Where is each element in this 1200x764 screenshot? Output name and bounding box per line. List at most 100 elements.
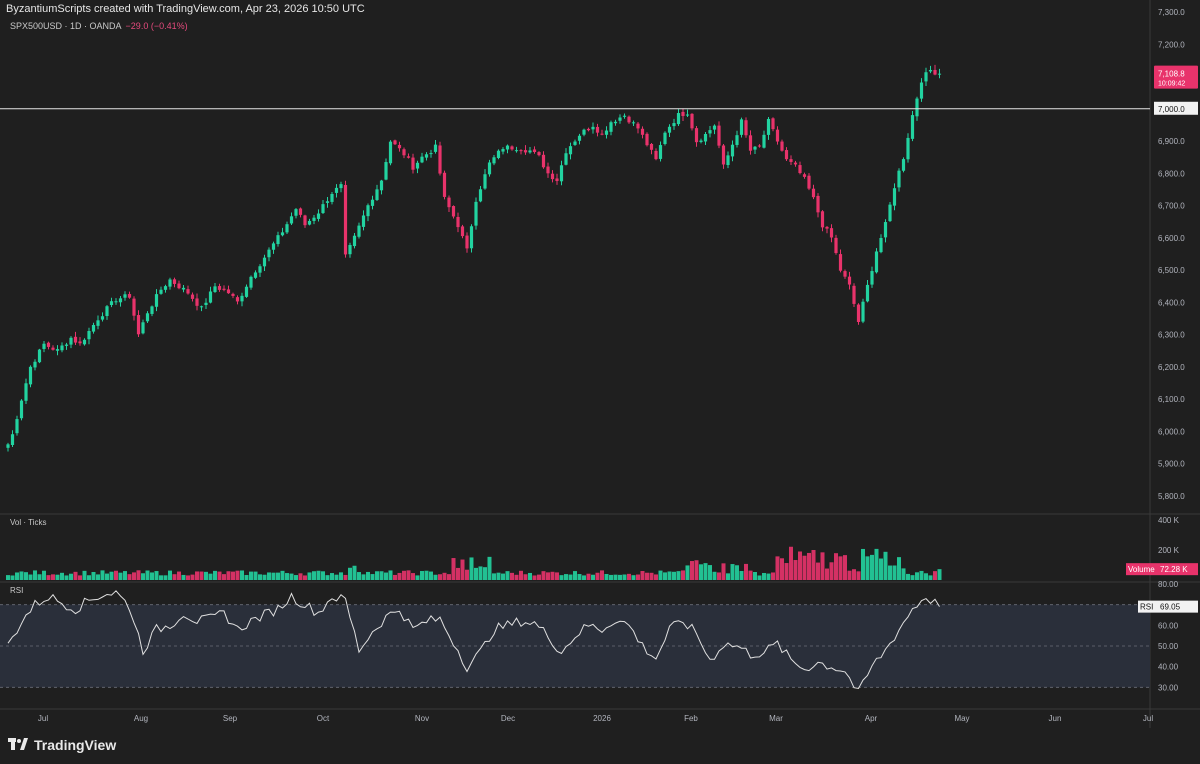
volume-bar bbox=[208, 573, 213, 580]
level-label: 7,000.0 bbox=[1158, 105, 1185, 114]
volume-bar bbox=[667, 571, 672, 580]
candle-body bbox=[658, 145, 663, 159]
volume-bar bbox=[820, 552, 825, 580]
volume-bar bbox=[793, 560, 798, 580]
volume-bar bbox=[892, 565, 897, 580]
volume-bar bbox=[42, 570, 46, 580]
volume-bar bbox=[555, 572, 559, 580]
candle-body bbox=[780, 141, 784, 151]
candle-body bbox=[433, 144, 438, 152]
candle-body bbox=[141, 322, 145, 334]
candle-body bbox=[906, 137, 910, 160]
candle-body bbox=[784, 150, 789, 160]
volume-bar bbox=[420, 571, 424, 580]
volume-bar bbox=[897, 557, 901, 580]
price-tick-label: 6,600.0 bbox=[1158, 234, 1185, 243]
candle-body bbox=[640, 128, 645, 135]
volume-bar bbox=[226, 571, 231, 580]
candle-body bbox=[339, 184, 343, 189]
volume-bar bbox=[186, 575, 190, 580]
rsi-band bbox=[0, 604, 1150, 688]
candle-body bbox=[406, 156, 411, 158]
volume-bar bbox=[64, 575, 69, 580]
candle-body bbox=[127, 294, 132, 298]
candle-body bbox=[793, 162, 798, 165]
candle-body bbox=[91, 324, 96, 332]
rsi-last-value: 69.05 bbox=[1160, 603, 1181, 612]
volume-bar bbox=[888, 565, 892, 580]
candle-body bbox=[393, 140, 397, 145]
volume-bar bbox=[618, 574, 622, 580]
candle-body bbox=[487, 162, 492, 175]
time-tick-label: May bbox=[954, 714, 969, 723]
volume-bar bbox=[465, 569, 469, 580]
volume-bar bbox=[712, 571, 717, 580]
candle-body bbox=[208, 291, 213, 303]
candle-body bbox=[532, 149, 537, 153]
volume-bar bbox=[159, 575, 163, 580]
candle-body bbox=[492, 157, 496, 164]
volume-bar bbox=[204, 571, 208, 580]
volume-bar bbox=[672, 571, 676, 580]
volume-tick-label: 400 K bbox=[1158, 516, 1180, 525]
volume-bar bbox=[60, 572, 64, 580]
rsi-tick-label: 40.00 bbox=[1158, 663, 1179, 672]
chart-canvas[interactable]: 7,300.07,200.07,100.07,000.06,900.06,800… bbox=[0, 0, 1200, 764]
candle-body bbox=[159, 289, 163, 294]
candle-body bbox=[37, 349, 42, 363]
candle-body bbox=[82, 339, 87, 345]
candle-body bbox=[132, 298, 136, 316]
rsi-title: RSI bbox=[10, 586, 23, 595]
price-tick-label: 6,000.0 bbox=[1158, 427, 1185, 436]
candle-body bbox=[685, 114, 690, 116]
candle-body bbox=[244, 286, 249, 297]
candle-body bbox=[186, 289, 190, 294]
candle-body bbox=[325, 201, 330, 203]
candle-body bbox=[447, 197, 451, 208]
volume-bar bbox=[906, 573, 910, 580]
volume-bar bbox=[685, 565, 690, 580]
volume-bar bbox=[748, 570, 753, 580]
rsi-tick-label: 80.00 bbox=[1158, 580, 1179, 589]
candle-body bbox=[519, 150, 523, 152]
volume-bar bbox=[717, 572, 721, 580]
volume-bar bbox=[114, 570, 118, 580]
volume-last-name: Volume bbox=[1128, 565, 1155, 574]
candle-body bbox=[145, 313, 150, 322]
candle-body bbox=[460, 226, 465, 237]
candle-body bbox=[798, 165, 802, 174]
volume-bar bbox=[402, 570, 406, 580]
candle-body bbox=[249, 276, 253, 288]
price-tick-label: 6,400.0 bbox=[1158, 298, 1185, 307]
candle-body bbox=[699, 140, 703, 142]
volume-bar bbox=[433, 574, 438, 580]
volume-bar bbox=[568, 574, 573, 580]
candle-body bbox=[555, 178, 559, 182]
volume-bar bbox=[388, 570, 393, 580]
volume-bar bbox=[55, 574, 60, 580]
candle-body bbox=[46, 342, 51, 347]
candle-body bbox=[190, 294, 195, 299]
volume-bar bbox=[366, 571, 370, 580]
volume-bar bbox=[487, 556, 492, 580]
volume-bar bbox=[879, 558, 883, 580]
time-tick-label: Nov bbox=[415, 714, 429, 723]
candle-body bbox=[766, 118, 771, 135]
candle-body bbox=[87, 331, 91, 340]
candle-body bbox=[514, 150, 519, 152]
volume-bar bbox=[294, 575, 298, 580]
volume-bar bbox=[249, 571, 253, 580]
candle-body bbox=[631, 122, 636, 124]
candle-body bbox=[829, 228, 834, 238]
candle-body bbox=[105, 306, 109, 317]
candle-body bbox=[604, 130, 609, 135]
rsi-last-name: RSI bbox=[1140, 603, 1153, 612]
volume-bar bbox=[843, 555, 847, 580]
volume-bar bbox=[847, 570, 852, 580]
volume-bar bbox=[298, 573, 303, 580]
candle-body bbox=[847, 276, 852, 285]
candle-body bbox=[51, 347, 55, 350]
volume-bar bbox=[694, 560, 699, 580]
volume-bar bbox=[627, 573, 631, 580]
time-tick-label: Aug bbox=[134, 714, 148, 723]
